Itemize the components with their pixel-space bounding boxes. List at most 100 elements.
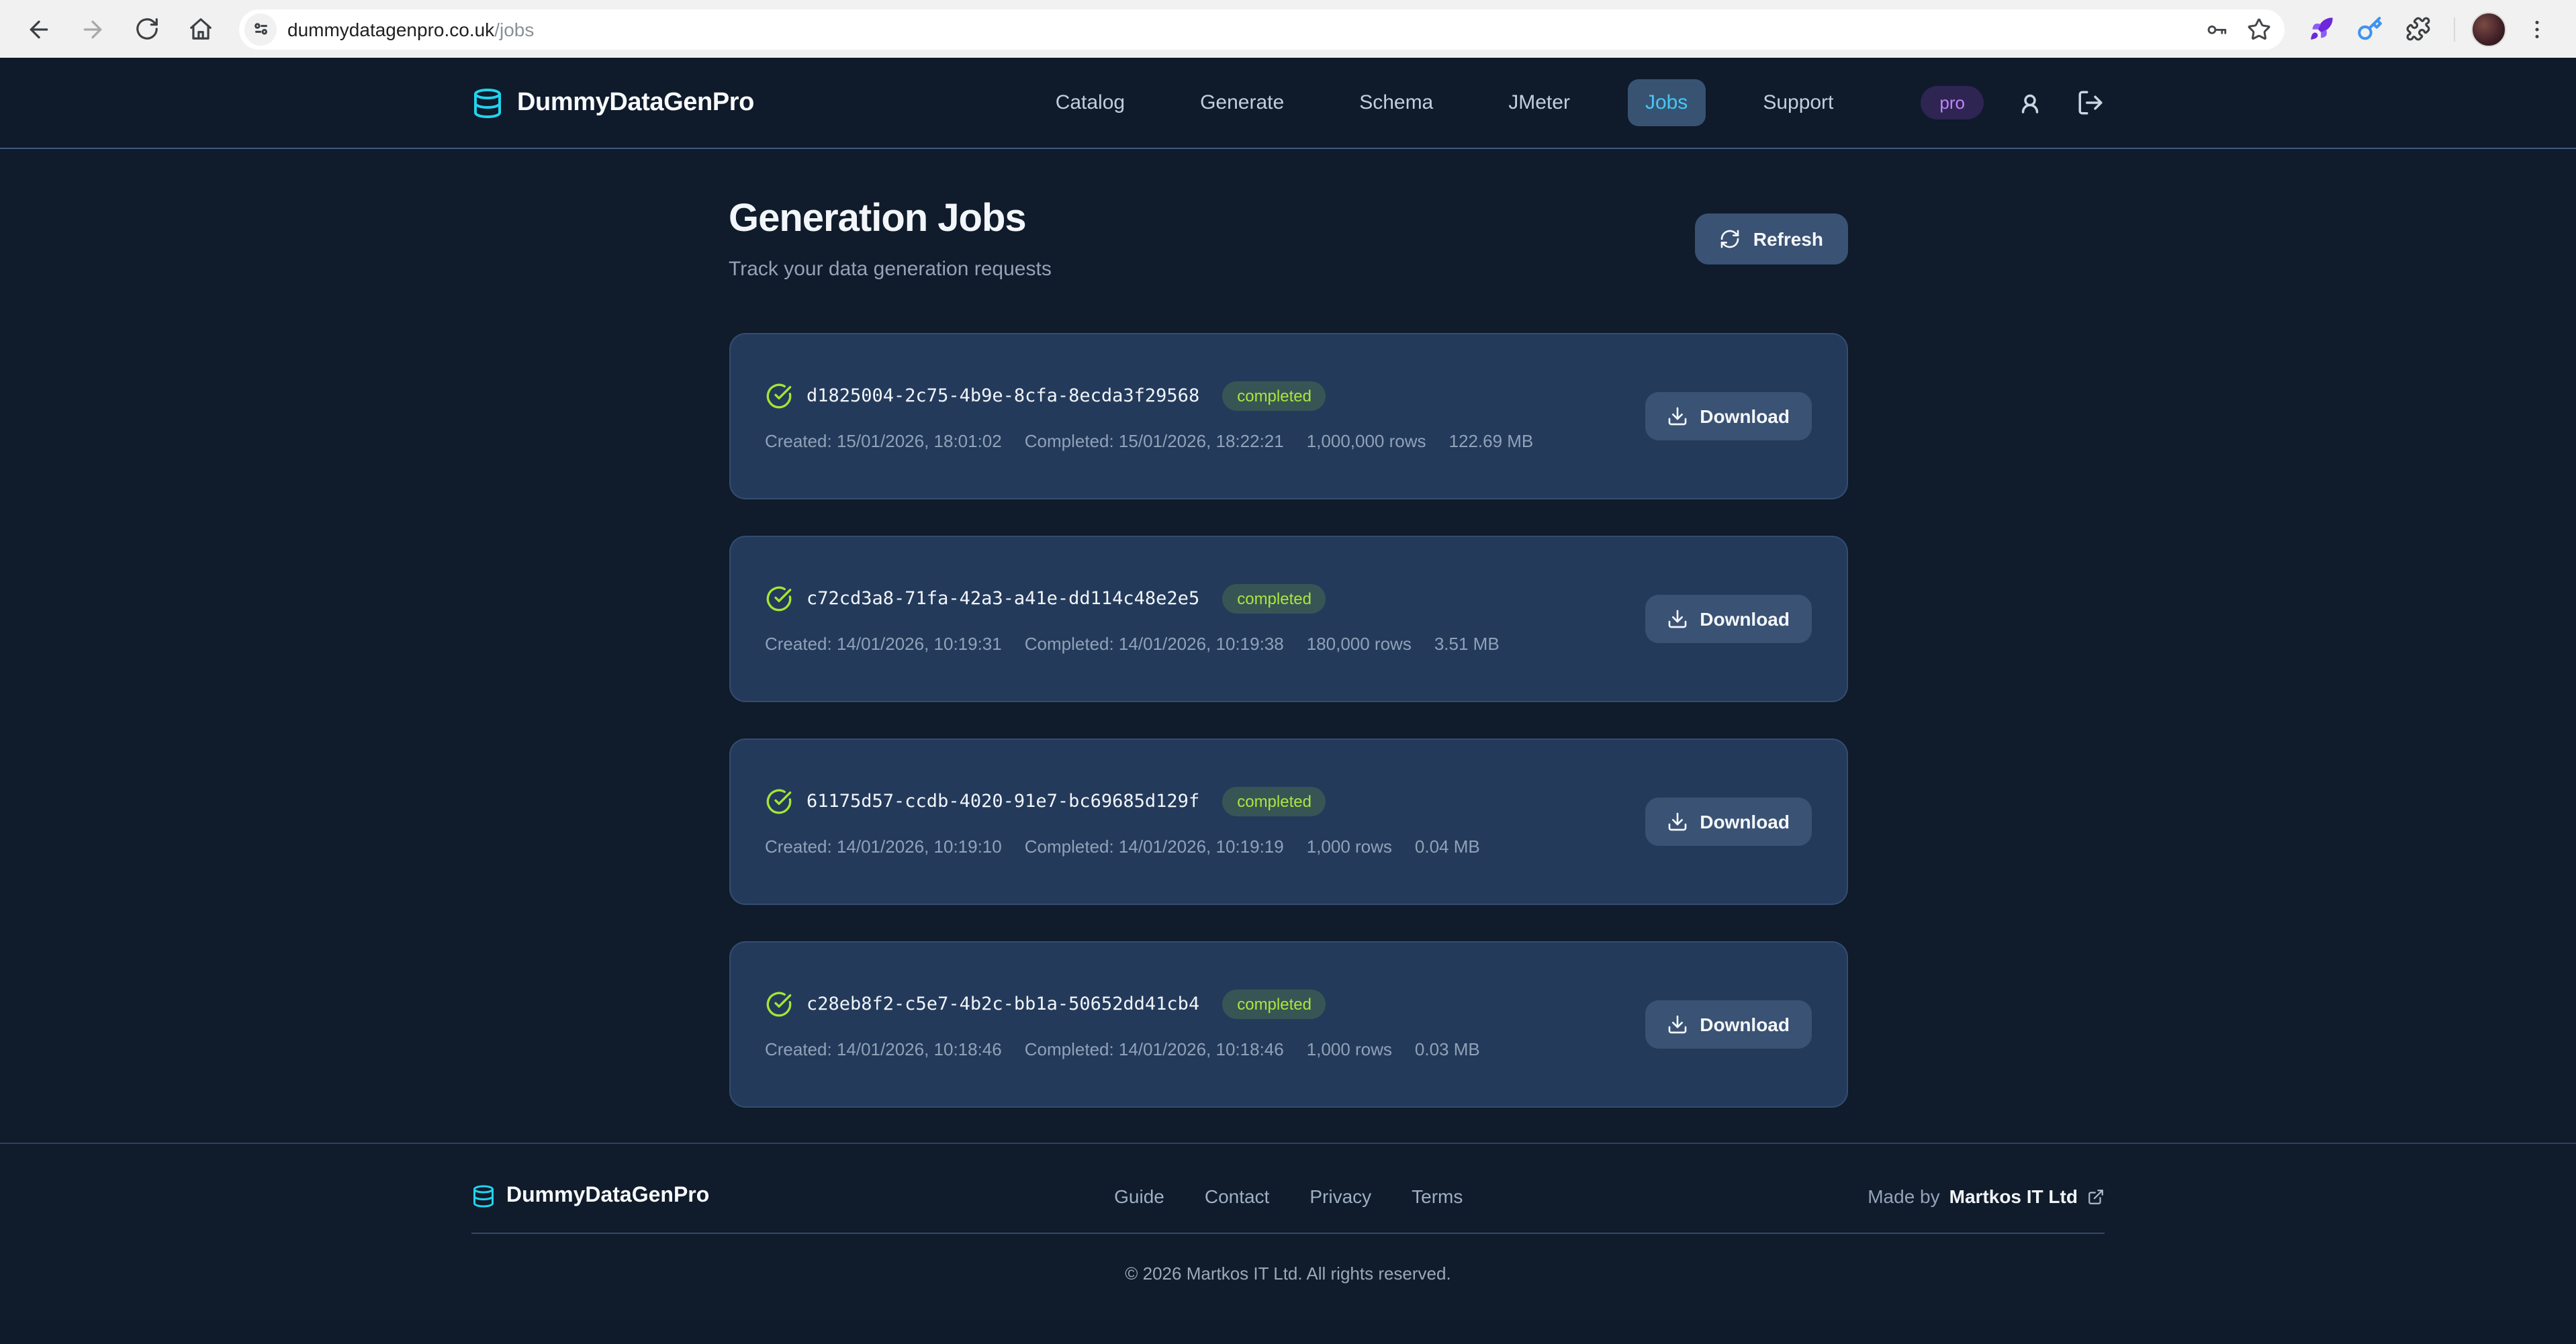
page-title: Generation Jobs [729, 197, 1052, 242]
home-button[interactable] [177, 6, 223, 52]
account-button[interactable] [2016, 89, 2044, 117]
footer-link-terms[interactable]: Terms [1412, 1186, 1463, 1207]
job-created: Created: 14/01/2026, 10:19:31 [765, 634, 1002, 654]
job-card: d1825004-2c75-4b9e-8cfa-8ecda3f29568 com… [729, 333, 1847, 499]
back-button[interactable] [16, 6, 62, 52]
check-circle-icon [765, 788, 792, 815]
footer-link-privacy[interactable]: Privacy [1309, 1186, 1371, 1207]
browser-menu-button[interactable] [2514, 6, 2560, 52]
url-text: dummydatagenpro.co.uk/jobs [287, 18, 534, 40]
page-head: Generation Jobs Track your data generati… [729, 197, 1847, 281]
job-id: d1825004-2c75-4b9e-8cfa-8ecda3f29568 [807, 385, 1199, 407]
main-content: Generation Jobs Track your data generati… [0, 149, 2576, 1143]
kebab-menu-icon [2525, 17, 2549, 41]
status-badge: completed [1222, 990, 1326, 1019]
logout-button[interactable] [2076, 89, 2105, 117]
back-arrow-icon [26, 15, 52, 42]
password-key-icon[interactable] [2205, 17, 2228, 40]
footer-divider [471, 1233, 2105, 1234]
job-created: Created: 14/01/2026, 10:19:10 [765, 836, 1002, 857]
check-circle-icon [765, 585, 792, 612]
job-card: c72cd3a8-71fa-42a3-a41e-dd114c48e2e5 com… [729, 536, 1847, 702]
nav-item-jmeter[interactable]: JMeter [1491, 79, 1588, 126]
footer-brand-name: DummyDataGenPro [506, 1184, 709, 1208]
database-icon [471, 1184, 496, 1208]
status-badge: completed [1222, 787, 1326, 816]
job-size: 3.51 MB [1434, 634, 1500, 654]
download-button[interactable]: Download [1645, 392, 1811, 440]
job-card: 61175d57-ccdb-4020-91e7-bc69685d129f com… [729, 738, 1847, 905]
home-icon [187, 16, 213, 42]
check-circle-icon [765, 383, 792, 410]
screen: dummydatagenpro.co.uk/jobs [0, 0, 2576, 1344]
footer-link-contact[interactable]: Contact [1205, 1186, 1270, 1207]
url-path: /jobs [494, 18, 534, 40]
check-circle-icon [765, 991, 792, 1018]
brand-name: DummyDataGenPro [517, 88, 754, 117]
job-meta: Created: 14/01/2026, 10:19:10 Completed:… [765, 836, 1480, 857]
forward-arrow-icon [79, 15, 106, 42]
bookmark-star-icon[interactable] [2247, 17, 2271, 41]
job-id: c72cd3a8-71fa-42a3-a41e-dd114c48e2e5 [807, 588, 1199, 610]
job-created: Created: 14/01/2026, 10:18:46 [765, 1039, 1002, 1059]
extension-key-icon[interactable] [2349, 9, 2389, 49]
external-link-icon [2087, 1188, 2105, 1205]
status-badge: completed [1222, 584, 1326, 614]
site-header: DummyDataGenPro Catalog Generate Schema … [0, 58, 2576, 149]
nav-item-jobs[interactable]: Jobs [1628, 79, 1705, 126]
reload-icon [134, 16, 159, 42]
refresh-button[interactable]: Refresh [1696, 213, 1847, 265]
nav-item-support[interactable]: Support [1745, 79, 1851, 126]
download-icon [1666, 608, 1688, 630]
page-subtitle: Track your data generation requests [729, 258, 1052, 281]
toolbar-separator [2454, 17, 2455, 41]
job-meta: Created: 14/01/2026, 10:18:46 Completed:… [765, 1039, 1480, 1059]
profile-avatar[interactable] [2471, 11, 2506, 46]
forward-button[interactable] [70, 6, 116, 52]
job-meta: Created: 15/01/2026, 18:01:02 Completed:… [765, 431, 1533, 451]
job-rows: 180,000 rows [1307, 634, 1412, 654]
job-rows: 1,000 rows [1307, 836, 1392, 857]
url-host: dummydatagenpro.co.uk [287, 18, 494, 40]
copyright: © 2026 Martkos IT Ltd. All rights reserv… [471, 1263, 2105, 1321]
job-size: 122.69 MB [1449, 431, 1534, 451]
site-footer: DummyDataGenPro Guide Contact Privacy Te… [0, 1143, 2576, 1321]
brand-logo[interactable]: DummyDataGenPro [471, 87, 754, 119]
url-bar[interactable]: dummydatagenpro.co.uk/jobs [239, 9, 2285, 49]
job-size: 0.04 MB [1415, 836, 1480, 857]
user-icon [2016, 89, 2044, 117]
web-page: DummyDataGenPro Catalog Generate Schema … [0, 58, 2576, 1321]
extension-rocket-icon[interactable] [2301, 9, 2341, 49]
download-button[interactable]: Download [1645, 798, 1811, 846]
extensions-puzzle-icon[interactable] [2397, 9, 2438, 49]
download-icon [1666, 811, 1688, 832]
job-completed: Completed: 14/01/2026, 10:18:46 [1025, 1039, 1284, 1059]
nav-item-generate[interactable]: Generate [1183, 79, 1301, 126]
plan-badge: pro [1921, 86, 1984, 119]
job-completed: Completed: 14/01/2026, 10:19:38 [1025, 634, 1284, 654]
reload-button[interactable] [124, 6, 169, 52]
jobs-list: d1825004-2c75-4b9e-8cfa-8ecda3f29568 com… [729, 333, 1847, 1108]
made-by-company-link[interactable]: Martkos IT Ltd [1949, 1186, 2078, 1207]
footer-link-guide[interactable]: Guide [1114, 1186, 1164, 1207]
job-created: Created: 15/01/2026, 18:01:02 [765, 431, 1002, 451]
header-right: pro [1921, 86, 2105, 119]
site-settings-icon[interactable] [244, 13, 277, 45]
logout-icon [2076, 89, 2105, 117]
nav-item-catalog[interactable]: Catalog [1038, 79, 1142, 126]
job-card: c28eb8f2-c5e7-4b2c-bb1a-50652dd41cb4 com… [729, 941, 1847, 1108]
job-rows: 1,000 rows [1307, 1039, 1392, 1059]
job-rows: 1,000,000 rows [1307, 431, 1426, 451]
download-button[interactable]: Download [1645, 1000, 1811, 1049]
download-icon [1666, 1014, 1688, 1035]
job-id: 61175d57-ccdb-4020-91e7-bc69685d129f [807, 791, 1199, 812]
job-size: 0.03 MB [1415, 1039, 1480, 1059]
made-by: Made by Martkos IT Ltd [1868, 1186, 2105, 1207]
nav-item-schema[interactable]: Schema [1342, 79, 1451, 126]
refresh-icon [1720, 228, 1741, 250]
database-icon [471, 87, 504, 119]
download-button[interactable]: Download [1645, 595, 1811, 643]
job-id: c28eb8f2-c5e7-4b2c-bb1a-50652dd41cb4 [807, 994, 1199, 1015]
footer-brand: DummyDataGenPro [471, 1184, 709, 1208]
main-nav: Catalog Generate Schema JMeter Jobs Supp… [1038, 79, 1851, 126]
